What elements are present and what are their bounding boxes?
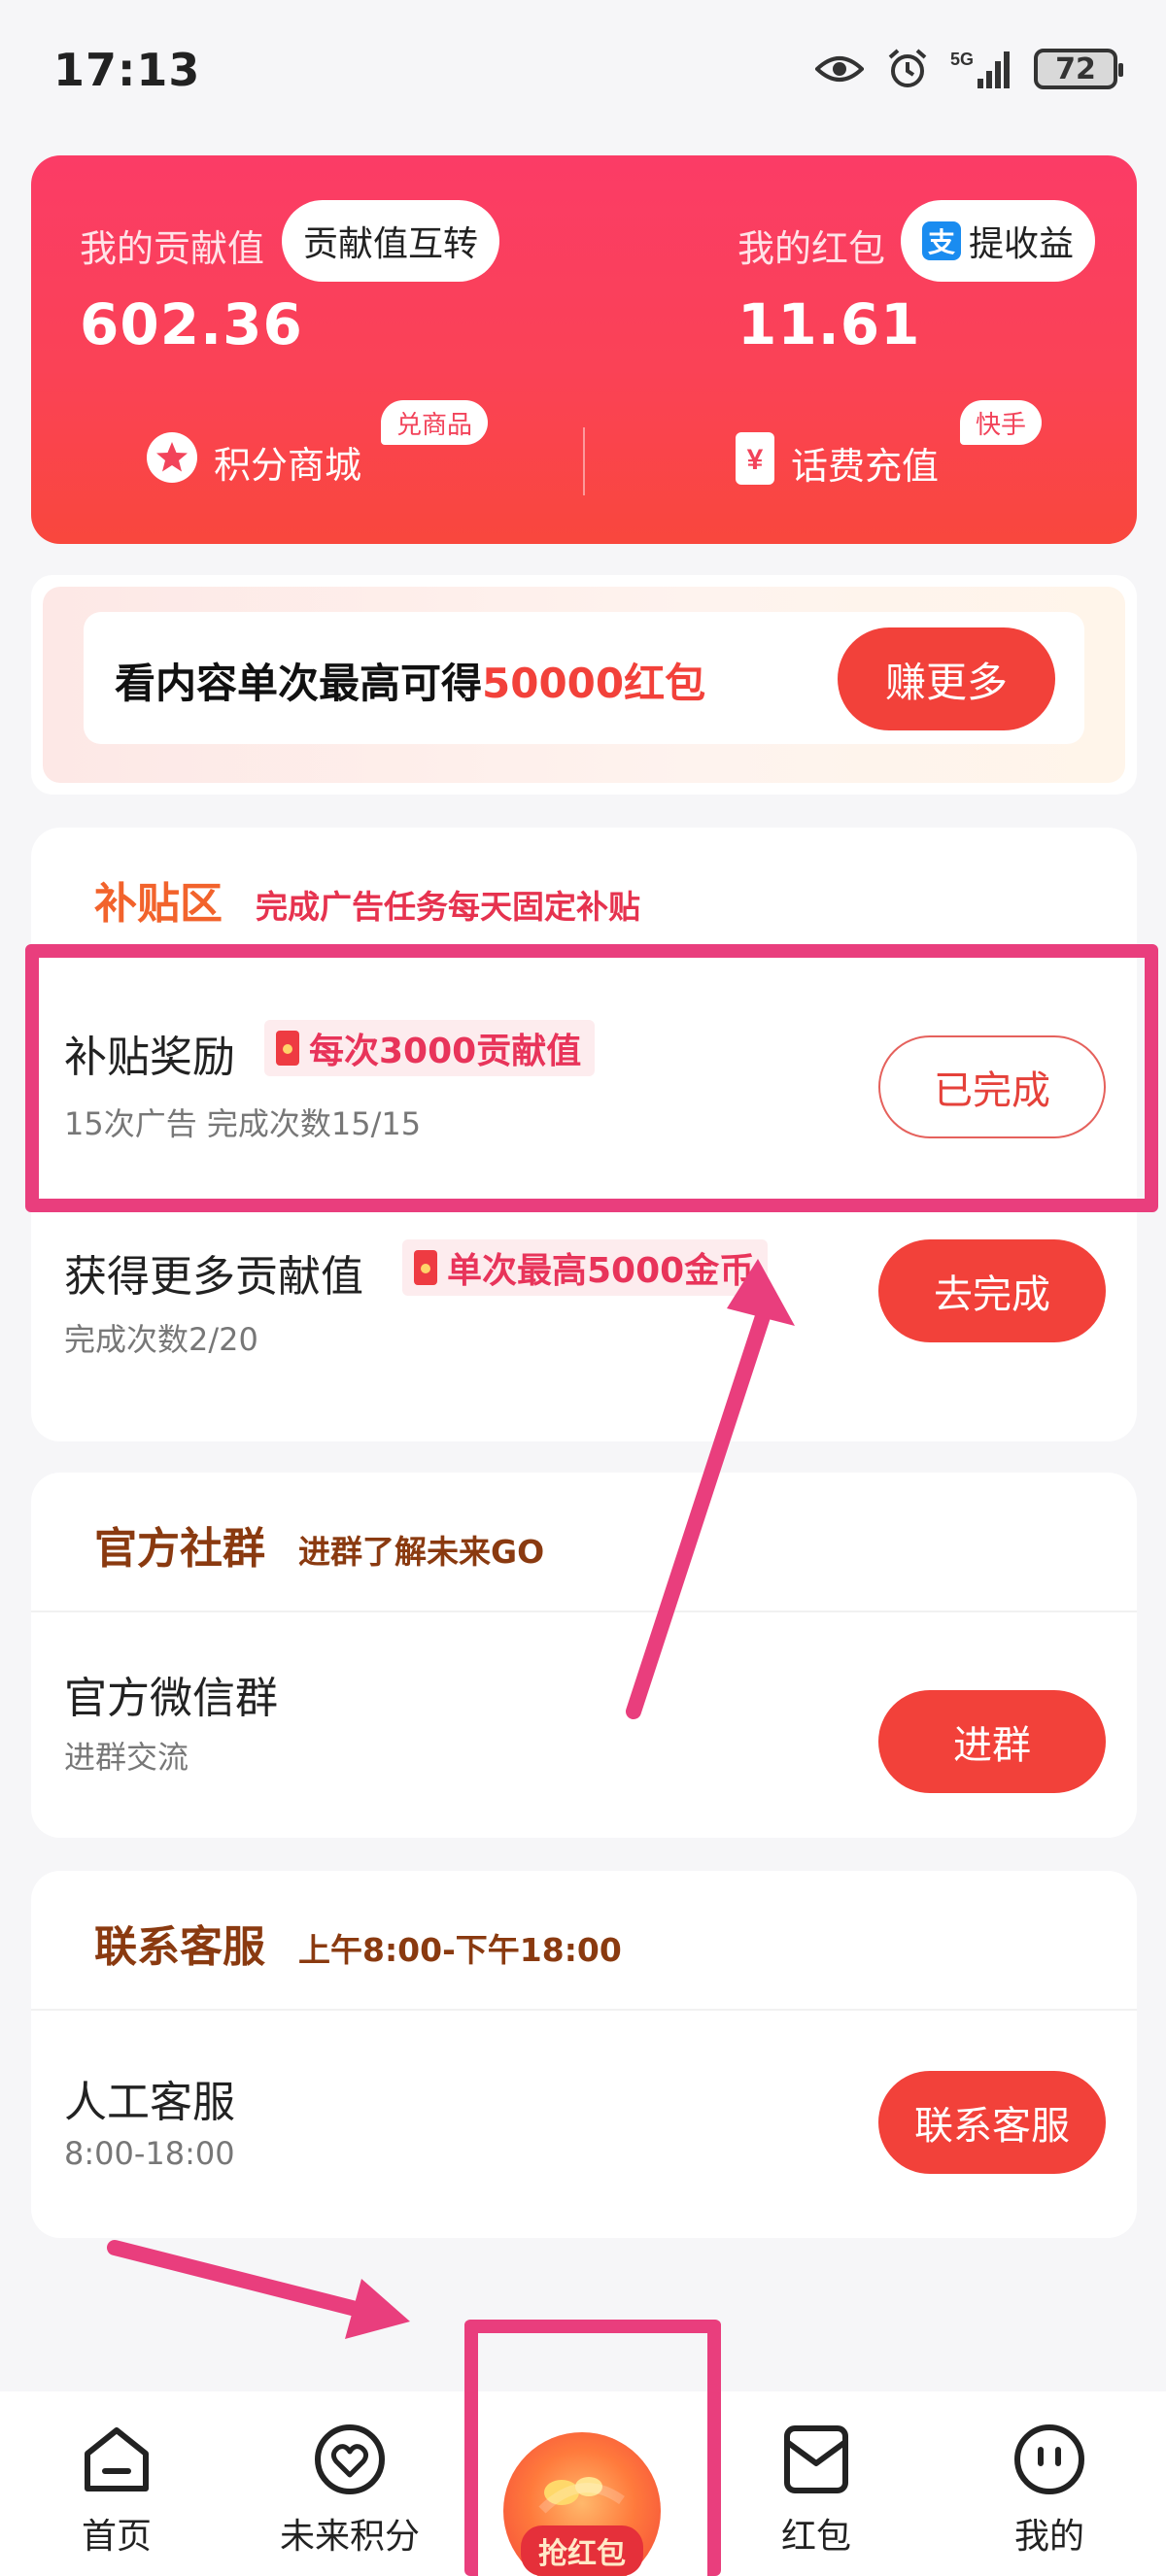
- wallet-card: 我的贡献值 贡献值互转 602.36 我的红包 支 提收益 11.61 积分商城…: [31, 155, 1137, 544]
- promo-box: 看内容单次最高可得50000红包 赚更多: [84, 612, 1084, 744]
- human-service-row: 人工客服 8:00-18:00 联系客服: [31, 2011, 1137, 2234]
- nav-points-label: 未来积分: [279, 2517, 420, 2557]
- alipay-icon: 支: [922, 221, 961, 260]
- arrow-right-line: [107, 2240, 367, 2318]
- promo-text-highlight: 50000红包: [482, 660, 706, 707]
- svg-text:¥: ¥: [747, 444, 764, 476]
- community-section-subtitle: 进群了解未来GO: [298, 1533, 545, 1571]
- service-section-header: 联系客服 上午8:00-下午18:00: [94, 1912, 622, 1974]
- task-title: 补贴奖励: [64, 1033, 235, 1082]
- promo-text-prefix: 看内容单次最高可得: [115, 660, 483, 707]
- service-section-title: 联系客服: [94, 1922, 265, 1972]
- promo-banner: 看内容单次最高可得50000红包 赚更多: [31, 575, 1137, 795]
- community-section-header: 官方社群 进群了解未来GO: [94, 1513, 544, 1576]
- battery-indicator: 72: [1034, 49, 1123, 89]
- phone-recharge-label: 话费充值: [791, 445, 940, 488]
- task-row-subsidy-reward: 补贴奖励 每次3000贡献值 15次广告 完成次数15/15 已完成: [31, 973, 1137, 1197]
- contribution-transfer-label: 贡献值互转: [303, 224, 479, 264]
- arrow-right-head: [345, 2279, 410, 2339]
- redpacket-label: 我的红包: [737, 227, 886, 270]
- signal-icon: 5G: [950, 47, 1016, 91]
- human-service-title: 人工客服: [64, 2078, 235, 2127]
- red-envelope-icon: [276, 1031, 299, 1066]
- service-section-subtitle: 上午8:00-下午18:00: [298, 1931, 622, 1969]
- task-title: 获得更多贡献值: [64, 1252, 363, 1302]
- mall-badge: 兑商品: [381, 400, 489, 445]
- human-service-hours: 8:00-18:00: [64, 2135, 235, 2172]
- grab-redpacket-label: 抢红包: [521, 2525, 643, 2576]
- task-progress: 完成次数2/20: [64, 1321, 258, 1358]
- heart-circle-icon: [315, 2424, 385, 2494]
- community-section-title: 官方社群: [94, 1524, 265, 1574]
- subsidy-section: 补贴区 完成广告任务每天固定补贴 补贴奖励 每次3000贡献值 15次广告 完成…: [31, 828, 1137, 1441]
- status-icons: 5G 72: [814, 47, 1123, 91]
- status-time: 17:13: [53, 44, 201, 96]
- network-type: 5G: [950, 50, 974, 69]
- home-icon: [85, 2427, 149, 2491]
- points-mall-link[interactable]: 积分商城: [146, 431, 361, 492]
- task-progress: 15次广告 完成次数15/15: [64, 1105, 422, 1142]
- go-complete-button[interactable]: 去完成: [878, 1239, 1106, 1342]
- nav-mine-label: 我的: [1013, 2517, 1084, 2557]
- envelope-icon: [784, 2425, 848, 2493]
- star-icon: [146, 431, 198, 492]
- task-reward-tag: 单次最高5000金币: [402, 1239, 769, 1296]
- face-icon: [1014, 2424, 1084, 2494]
- subsidy-section-title: 补贴区: [94, 879, 223, 929]
- task-reward-text: 每次3000贡献值: [309, 1032, 582, 1071]
- community-section: 官方社群 进群了解未来GO 官方微信群 进群交流 进群: [31, 1473, 1137, 1838]
- promo-background: 看内容单次最高可得50000红包 赚更多: [43, 587, 1125, 783]
- customer-service-section: 联系客服 上午8:00-下午18:00 人工客服 8:00-18:00 联系客服: [31, 1871, 1137, 2238]
- wallet-divider: [583, 427, 585, 495]
- withdraw-label: 提收益: [969, 224, 1075, 264]
- withdraw-button[interactable]: 支 提收益: [901, 200, 1096, 282]
- task-reward-tag: 每次3000贡献值: [264, 1020, 596, 1076]
- alarm-icon: [882, 47, 933, 91]
- subsidy-section-subtitle: 完成广告任务每天固定补贴: [256, 888, 640, 926]
- earn-more-button[interactable]: 赚更多: [838, 627, 1055, 730]
- nav-home[interactable]: 首页: [19, 2421, 214, 2559]
- redpacket-value: 11.61: [737, 291, 921, 357]
- eye-icon: [814, 47, 865, 91]
- wechat-group-subtitle: 进群交流: [64, 1739, 189, 1776]
- join-group-button[interactable]: 进群: [878, 1690, 1106, 1793]
- contribution-value: 602.36: [80, 291, 303, 357]
- subsidy-section-header: 补贴区 完成广告任务每天固定补贴: [94, 868, 640, 931]
- completed-button[interactable]: 已完成: [878, 1035, 1106, 1138]
- contact-service-button[interactable]: 联系客服: [878, 2071, 1106, 2174]
- task-reward-text: 单次最高5000金币: [447, 1251, 755, 1291]
- points-mall-label: 积分商城: [214, 444, 362, 487]
- status-bar: 17:13 5G 72: [0, 0, 1166, 146]
- wechat-group-title: 官方微信群: [64, 1674, 278, 1723]
- nav-redpacket-label: 红包: [780, 2517, 851, 2557]
- task-row-more-contribution: 获得更多贡献值 单次最高5000金币 完成次数2/20 去完成: [31, 1212, 1137, 1436]
- contribution-transfer-button[interactable]: 贡献值互转: [282, 200, 500, 282]
- promo-text: 看内容单次最高可得50000红包: [115, 651, 705, 710]
- red-envelope-icon: [414, 1250, 437, 1285]
- nav-mine[interactable]: 我的: [952, 2421, 1147, 2559]
- yuan-icon: ¥: [735, 431, 775, 494]
- nav-points[interactable]: 未来积分: [253, 2421, 447, 2559]
- wechat-group-row: 官方微信群 进群交流 进群: [31, 1612, 1137, 1836]
- grab-redpacket-button[interactable]: 抢红包: [496, 2432, 669, 2576]
- phone-recharge-link[interactable]: ¥ 话费充值: [735, 431, 939, 494]
- nav-redpacket[interactable]: 红包: [719, 2421, 913, 2559]
- nav-home-label: 首页: [81, 2517, 152, 2557]
- recharge-badge: 快手: [960, 400, 1043, 445]
- grab-redpacket-label-wrap: 抢红包: [496, 2525, 669, 2576]
- contribution-label: 我的贡献值: [80, 227, 265, 270]
